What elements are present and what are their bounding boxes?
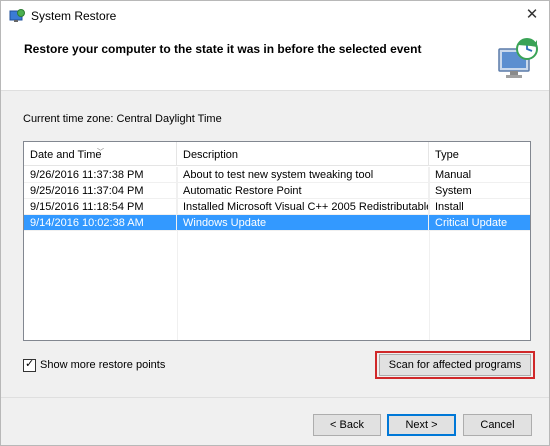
table-row[interactable]: 9/26/2016 11:37:38 PM About to test new …: [24, 167, 530, 183]
wizard-header: Restore your computer to the state it wa…: [1, 31, 549, 91]
back-button[interactable]: < Back: [313, 414, 381, 436]
timezone-label: Current time zone: Central Daylight Time: [23, 113, 222, 125]
header-title: Restore your computer to the state it wa…: [24, 42, 422, 56]
row-date: 9/15/2016 11:18:54 PM: [24, 199, 177, 215]
close-button[interactable]: ✕: [521, 5, 543, 27]
restore-points-list[interactable]: ﹀ Date and Time Description Type 9/26/20…: [23, 141, 531, 341]
row-type: System: [435, 185, 472, 197]
scan-affected-programs-button[interactable]: Scan for affected programs: [379, 354, 531, 376]
list-body: 9/26/2016 11:37:38 PM About to test new …: [24, 167, 530, 231]
column-header-type[interactable]: Type: [429, 142, 530, 166]
window-title: System Restore: [31, 9, 117, 23]
table-row[interactable]: 9/15/2016 11:18:54 PM Installed Microsof…: [24, 199, 530, 215]
row-date: 9/26/2016 11:37:38 PM: [24, 167, 177, 183]
row-type: Critical Update: [435, 217, 508, 229]
table-row[interactable]: 9/25/2016 11:37:04 PM Automatic Restore …: [24, 183, 530, 199]
list-header: ﹀ Date and Time Description Type: [24, 142, 530, 166]
row-type: Manual: [435, 169, 472, 181]
column-header-date-label: Date and Time: [30, 149, 102, 161]
row-description: Automatic Restore Point: [177, 183, 429, 199]
next-button[interactable]: Next >: [387, 414, 456, 436]
restore-monitor-icon: [498, 38, 538, 78]
column-header-description[interactable]: Description: [177, 142, 429, 166]
column-header-description-label: Description: [183, 149, 239, 161]
cancel-button[interactable]: Cancel: [463, 414, 532, 436]
column-header-date[interactable]: ﹀ Date and Time: [24, 142, 177, 166]
system-restore-icon: [9, 9, 25, 22]
footer-divider: [1, 397, 549, 398]
row-description: About to test new system tweaking tool: [177, 167, 429, 183]
sort-down-icon: ﹀: [97, 149, 104, 156]
row-date: 9/14/2016 10:02:38 AM: [24, 215, 177, 231]
title-bar: System Restore ✕: [1, 1, 549, 31]
system-restore-window: System Restore ✕ Restore your computer t…: [0, 0, 550, 446]
row-description: Windows Update: [177, 215, 429, 231]
show-more-checkbox[interactable]: [23, 357, 36, 372]
column-header-type-label: Type: [435, 149, 459, 161]
row-description: Installed Microsoft Visual C++ 2005 Redi…: [177, 199, 429, 215]
row-type: Install: [435, 201, 464, 213]
show-more-label: Show more restore points: [40, 359, 166, 371]
show-more-restore-points[interactable]: Show more restore points: [23, 357, 166, 372]
row-date: 9/25/2016 11:37:04 PM: [24, 183, 177, 199]
table-row-selected[interactable]: 9/14/2016 10:02:38 AM Windows Update Cri…: [24, 215, 530, 231]
